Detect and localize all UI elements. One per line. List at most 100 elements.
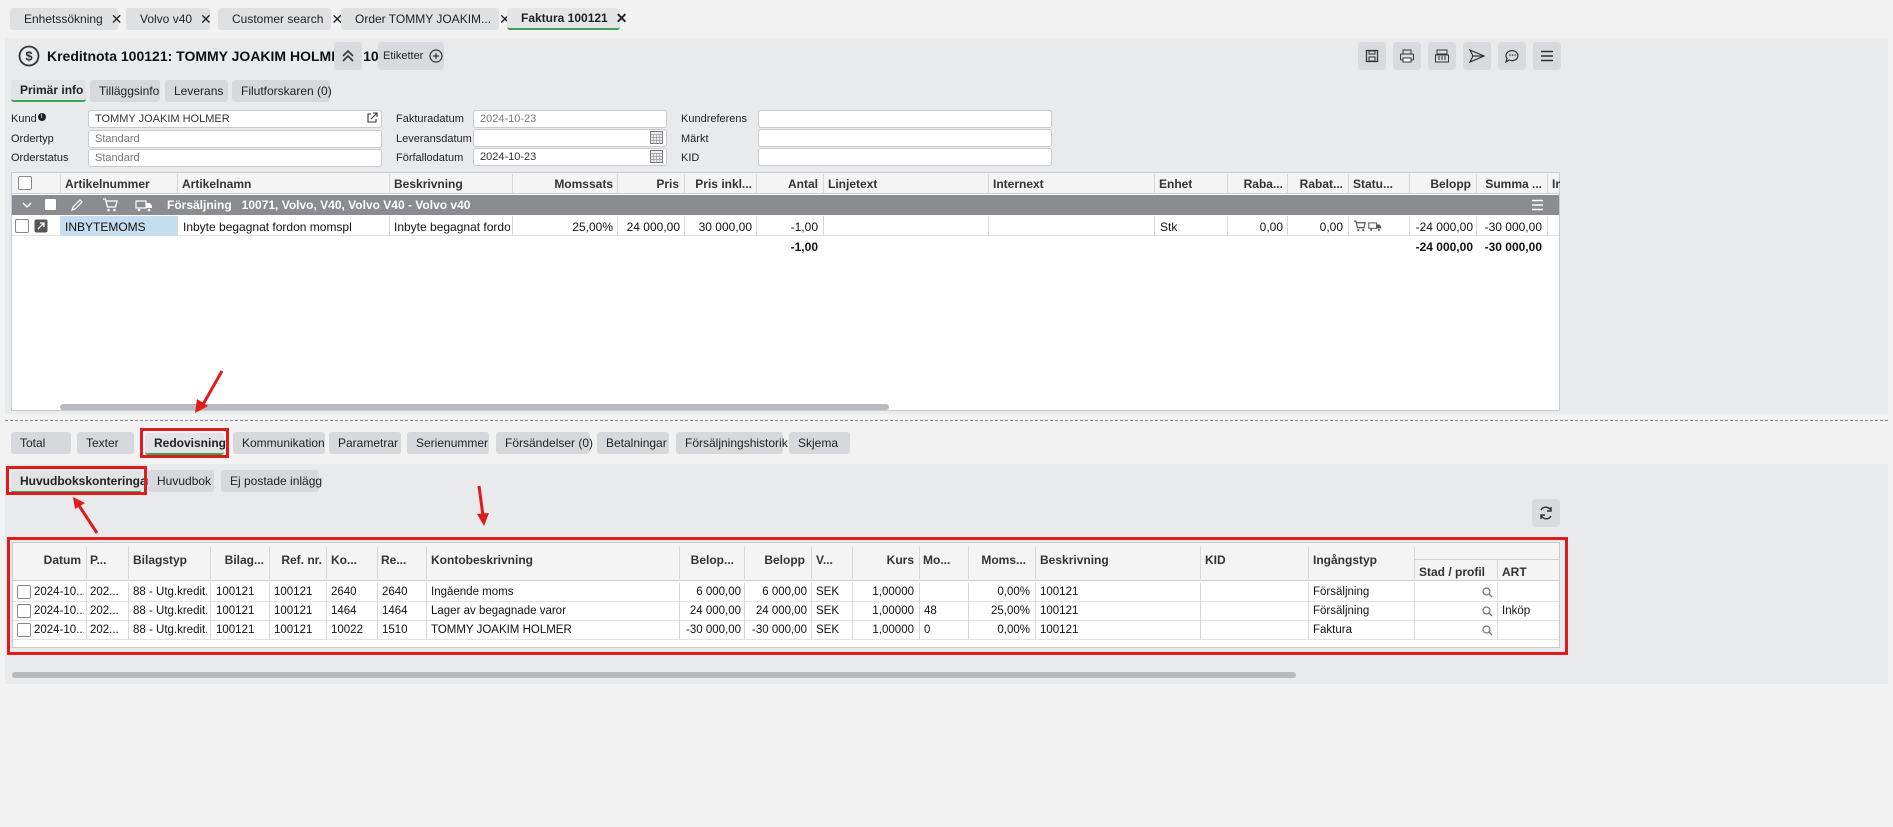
col-period[interactable]: P... bbox=[90, 553, 126, 567]
col-stad-profil[interactable]: Stad / profil bbox=[1419, 565, 1485, 579]
collapse-button[interactable] bbox=[334, 42, 362, 70]
row-checkbox[interactable] bbox=[17, 623, 31, 637]
cell-valuta[interactable]: SEK bbox=[816, 624, 848, 636]
forfallodatum-field[interactable]: 2024-10-23 bbox=[473, 148, 667, 166]
chevron-down-icon[interactable] bbox=[22, 200, 32, 210]
col-belopp-2[interactable]: Belopp bbox=[748, 553, 805, 567]
col-summa[interactable]: Summa ... bbox=[1480, 177, 1542, 191]
col-momskod[interactable]: Mo... bbox=[923, 553, 965, 567]
col-artikelnummer[interactable]: Artikelnummer bbox=[65, 177, 150, 191]
select-all-checkbox[interactable] bbox=[18, 176, 32, 190]
cell-momskod[interactable]: 0 bbox=[924, 624, 964, 636]
cell-momssats[interactable]: 0,00% bbox=[972, 624, 1030, 636]
cell-period[interactable]: 202... bbox=[90, 586, 126, 598]
kundreferens-field[interactable] bbox=[758, 110, 1052, 128]
group-checkbox[interactable] bbox=[44, 198, 57, 211]
truck-icon[interactable] bbox=[135, 198, 153, 212]
cell-pris[interactable]: 24 000,00 bbox=[620, 220, 680, 234]
cell-ingangstyp[interactable]: Försäljning bbox=[1313, 586, 1411, 598]
doc-tab-customer-search[interactable]: Customer search ✕ bbox=[218, 8, 343, 30]
cell-period[interactable]: 202... bbox=[90, 624, 126, 636]
close-icon[interactable]: ✕ bbox=[111, 11, 123, 28]
menu-button[interactable] bbox=[1533, 42, 1561, 70]
cell-momskod[interactable]: 48 bbox=[924, 605, 964, 617]
col-bilaga[interactable]: Bilag... bbox=[214, 553, 264, 567]
cell-ref-nr[interactable]: 100121 bbox=[274, 624, 324, 636]
hamburger-icon[interactable] bbox=[1531, 199, 1544, 211]
cell-belopp-1[interactable]: 24 000,00 bbox=[683, 605, 741, 617]
col-enhet[interactable]: Enhet bbox=[1159, 177, 1192, 191]
col-momssats[interactable]: Momssats bbox=[518, 177, 613, 191]
cell-datum[interactable]: 2024-10... bbox=[34, 586, 84, 598]
cell-bilagstyp[interactable]: 88 - Utg.kredit... bbox=[133, 586, 207, 598]
fakturadatum-field[interactable]: 2024-10-23 bbox=[473, 110, 667, 128]
row-checkbox[interactable] bbox=[15, 219, 29, 233]
cell-momssats[interactable]: 0,00% bbox=[972, 586, 1030, 598]
kid-field[interactable] bbox=[758, 148, 1052, 166]
cell-summa[interactable]: -30 000,00 bbox=[1478, 220, 1542, 234]
col-artikelnamn[interactable]: Artikelnamn bbox=[182, 177, 251, 191]
calendar-icon[interactable] bbox=[650, 150, 663, 163]
cell-konto[interactable]: 1464 bbox=[331, 605, 375, 617]
col-rabatt1[interactable]: Raba... bbox=[1231, 177, 1283, 191]
cell-rabatt2[interactable]: 0,00 bbox=[1291, 220, 1343, 234]
cell-bilaga[interactable]: 100121 bbox=[216, 624, 266, 636]
cell-ref-nr[interactable]: 100121 bbox=[274, 586, 324, 598]
cell-momssats[interactable]: 25,00% bbox=[972, 605, 1030, 617]
cell-reskontra[interactable]: 2640 bbox=[382, 586, 424, 598]
cell-bilagstyp[interactable]: 88 - Utg.kredit... bbox=[133, 624, 207, 636]
cell-momssats[interactable]: 25,00% bbox=[518, 220, 613, 234]
col-belopp[interactable]: Belopp bbox=[1413, 177, 1471, 191]
tab-kommunikation[interactable]: Kommunikation bbox=[233, 432, 325, 454]
tab-parametrar[interactable]: Parametrar bbox=[329, 432, 401, 454]
doc-tab-faktura[interactable]: Faktura 100121 ✕ bbox=[507, 8, 627, 30]
col-linjetext[interactable]: Linjetext bbox=[828, 177, 877, 191]
col-internext[interactable]: Internext bbox=[993, 177, 1044, 191]
col-antal[interactable]: Antal bbox=[760, 177, 818, 191]
cell-artikelnamn[interactable]: Inbyte begagnat fordon momspl bbox=[183, 220, 386, 234]
col-momssats[interactable]: Moms... bbox=[972, 553, 1026, 567]
cash-register-button[interactable] bbox=[1428, 42, 1456, 70]
cell-art[interactable]: Inköp bbox=[1502, 605, 1557, 617]
tab-filutforskaren[interactable]: Filutforskaren (0) bbox=[232, 80, 332, 102]
cell-beskrivning[interactable]: Inbyte begagnat fordon... bbox=[394, 220, 510, 234]
col-kid[interactable]: KID bbox=[1205, 553, 1226, 567]
col-status[interactable]: Statu... bbox=[1353, 177, 1393, 191]
tab-forsaljningshistorik[interactable]: Försäljningshistorik bbox=[676, 432, 788, 454]
cell-kurs[interactable]: 1,00000 bbox=[856, 624, 914, 636]
cell-belopp-1[interactable]: 6 000,00 bbox=[683, 586, 741, 598]
col-beskrivning[interactable]: Beskrivning bbox=[1040, 553, 1109, 567]
cell-bilagstyp[interactable]: 88 - Utg.kredit... bbox=[133, 605, 207, 617]
cell-kontobeskrivning[interactable]: Ingående moms bbox=[431, 586, 676, 598]
col-art[interactable]: ART bbox=[1502, 565, 1527, 579]
leveransdatum-field[interactable] bbox=[473, 129, 667, 147]
search-icon[interactable] bbox=[1482, 606, 1493, 617]
cart-icon[interactable] bbox=[102, 198, 118, 212]
panel-divider[interactable] bbox=[5, 420, 1888, 421]
cell-pris-inkl[interactable]: 30 000,00 bbox=[688, 220, 752, 234]
cell-ingangstyp[interactable]: Faktura bbox=[1313, 624, 1411, 636]
calendar-icon[interactable] bbox=[650, 131, 663, 144]
pencil-icon[interactable] bbox=[70, 198, 84, 212]
tab-skjema[interactable]: Skjema bbox=[789, 432, 850, 454]
cell-belopp-2[interactable]: -30 000,00 bbox=[748, 624, 807, 636]
tab-serienummer[interactable]: Serienummer bbox=[407, 432, 489, 454]
col-kurs[interactable]: Kurs bbox=[856, 553, 914, 567]
tab-primar-info[interactable]: Primär info bbox=[11, 80, 86, 102]
cell-enhet[interactable]: Stk bbox=[1160, 220, 1177, 234]
cell-konto[interactable]: 2640 bbox=[331, 586, 375, 598]
cell-reskontra[interactable]: 1464 bbox=[382, 605, 424, 617]
etiketter-button[interactable]: Etiketter bbox=[378, 42, 444, 70]
cell-konto[interactable]: 10022 bbox=[331, 624, 375, 636]
cell-ingangstyp[interactable]: Försäljning bbox=[1313, 605, 1411, 617]
cell-belopp-2[interactable]: 24 000,00 bbox=[748, 605, 807, 617]
print-button[interactable] bbox=[1393, 42, 1421, 70]
col-rabatt2[interactable]: Rabat... bbox=[1291, 177, 1343, 191]
row-checkbox[interactable] bbox=[17, 585, 31, 599]
col-pris-inkl[interactable]: Pris inkl... bbox=[688, 177, 752, 191]
kund-field[interactable]: TOMMY JOAKIM HOLMER bbox=[88, 110, 382, 128]
col-beskrivning[interactable]: Beskrivning bbox=[394, 177, 463, 191]
save-button[interactable] bbox=[1358, 42, 1386, 70]
horizontal-scrollbar[interactable] bbox=[60, 404, 889, 410]
cell-kurs[interactable]: 1,00000 bbox=[856, 586, 914, 598]
